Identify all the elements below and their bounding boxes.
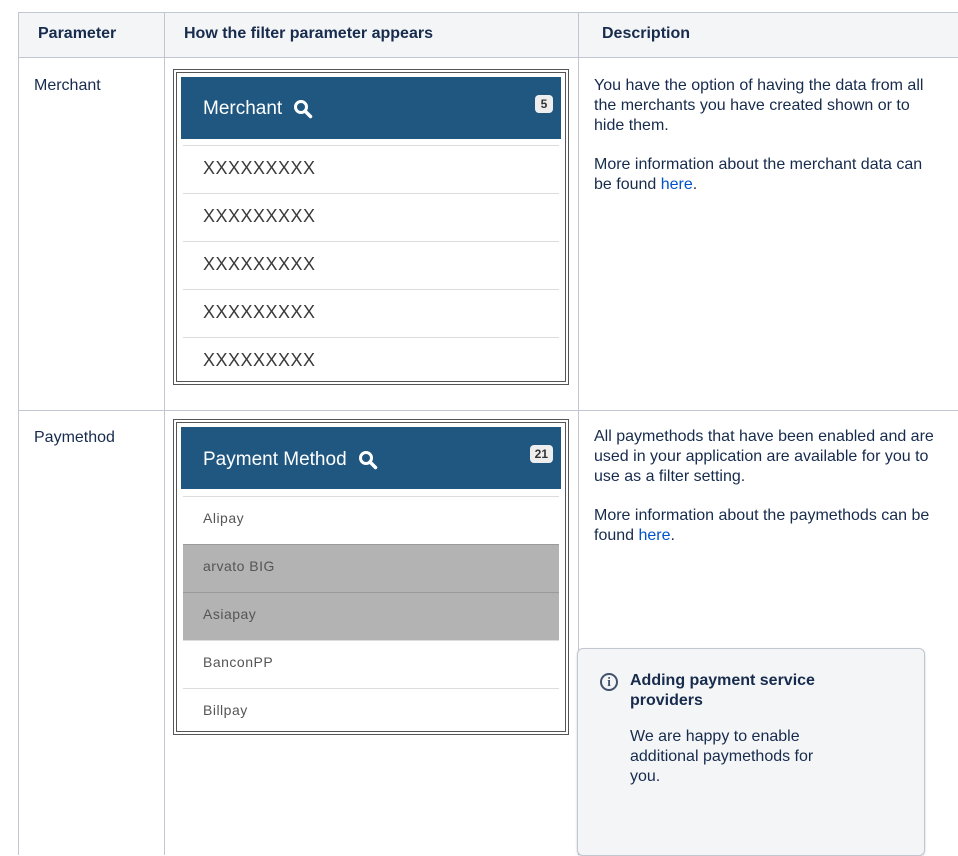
list-item[interactable]: XXXXXXXXX — [183, 241, 559, 289]
table-border — [18, 12, 958, 13]
merchant-filter-widget: Merchant 5 XXXXXXXXX XXXXXXXXX XXXXXXXXX… — [173, 69, 569, 385]
column-header-parameter: Parameter — [38, 25, 117, 42]
list-item[interactable]: XXXXXXXXX — [183, 145, 559, 193]
list-item[interactable]: XXXXXXXXX — [183, 337, 559, 381]
list-item-selected[interactable]: Asiapay — [183, 592, 559, 640]
info-panel-body: We are happy to enable additional paymet… — [630, 728, 814, 785]
widget-header: Payment Method 21 — [181, 427, 561, 489]
here-link[interactable]: here — [638, 527, 670, 544]
count-badge: 5 — [535, 95, 553, 113]
widget-header: Merchant 5 — [181, 77, 561, 139]
list-item[interactable]: XXXXXXXXX — [183, 289, 559, 337]
punctuation: . — [670, 527, 675, 544]
list-item-label: XXXXXXXXX — [203, 302, 316, 322]
description-text: You have the option of having the data f… — [594, 77, 924, 134]
description-text: More information about the merchant data… — [594, 156, 923, 193]
column-header-description: Description — [602, 25, 691, 42]
list-item-label: BanconPP — [203, 654, 274, 670]
table-header — [18, 12, 958, 57]
description-text: All paymethods that have been enabled an… — [594, 428, 934, 485]
payment-method-filter-widget: Payment Method 21 Alipay arvato BIG Asia… — [173, 419, 569, 735]
list-item[interactable]: XXXXXXXXX — [183, 193, 559, 241]
column-divider — [164, 12, 165, 855]
column-header-appearance: How the filter parameter appears — [184, 25, 433, 42]
table-border — [18, 12, 19, 855]
list-item-label: Asiapay — [203, 606, 257, 622]
description-cell: All paymethods that have been enabled an… — [594, 427, 944, 565]
description-cell: You have the option of having the data f… — [594, 76, 944, 214]
table-row-divider — [18, 410, 958, 411]
list-item[interactable]: Billpay — [183, 688, 559, 731]
list-item-label: arvato BIG — [203, 558, 275, 574]
info-panel-title: Adding payment service providers — [630, 672, 815, 709]
list-item[interactable]: BanconPP — [183, 640, 559, 688]
list-item-label: XXXXXXXXX — [203, 254, 316, 274]
widget-title: Merchant — [203, 98, 313, 120]
list-item-label: XXXXXXXXX — [203, 158, 316, 178]
info-panel: i Adding payment service providers We ar… — [577, 648, 925, 856]
info-icon: i — [600, 673, 618, 691]
widget-title-label: Payment Method — [203, 449, 347, 470]
widget-title: Payment Method — [203, 449, 378, 471]
parameter-name: Merchant — [34, 77, 101, 94]
list-item-label: Billpay — [203, 702, 248, 718]
list-item-selected[interactable]: arvato BIG — [183, 544, 559, 592]
widget-title-label: Merchant — [203, 98, 283, 119]
description-more-info: More information about the merchant data… — [594, 155, 944, 195]
parameter-name: Paymethod — [34, 429, 115, 446]
punctuation: . — [692, 176, 698, 193]
list-item-label: XXXXXXXXX — [203, 350, 316, 370]
count-badge: 21 — [529, 445, 553, 463]
list-item-label: XXXXXXXXX — [203, 206, 316, 226]
list-item[interactable]: Alipay — [183, 496, 559, 544]
table-border — [18, 57, 958, 58]
description-more-info: More information about the paymethods ca… — [594, 506, 944, 546]
search-icon[interactable] — [293, 99, 313, 119]
list-item-label: Alipay — [203, 510, 245, 526]
here-link[interactable]: here — [661, 176, 693, 193]
search-icon[interactable] — [358, 450, 378, 470]
